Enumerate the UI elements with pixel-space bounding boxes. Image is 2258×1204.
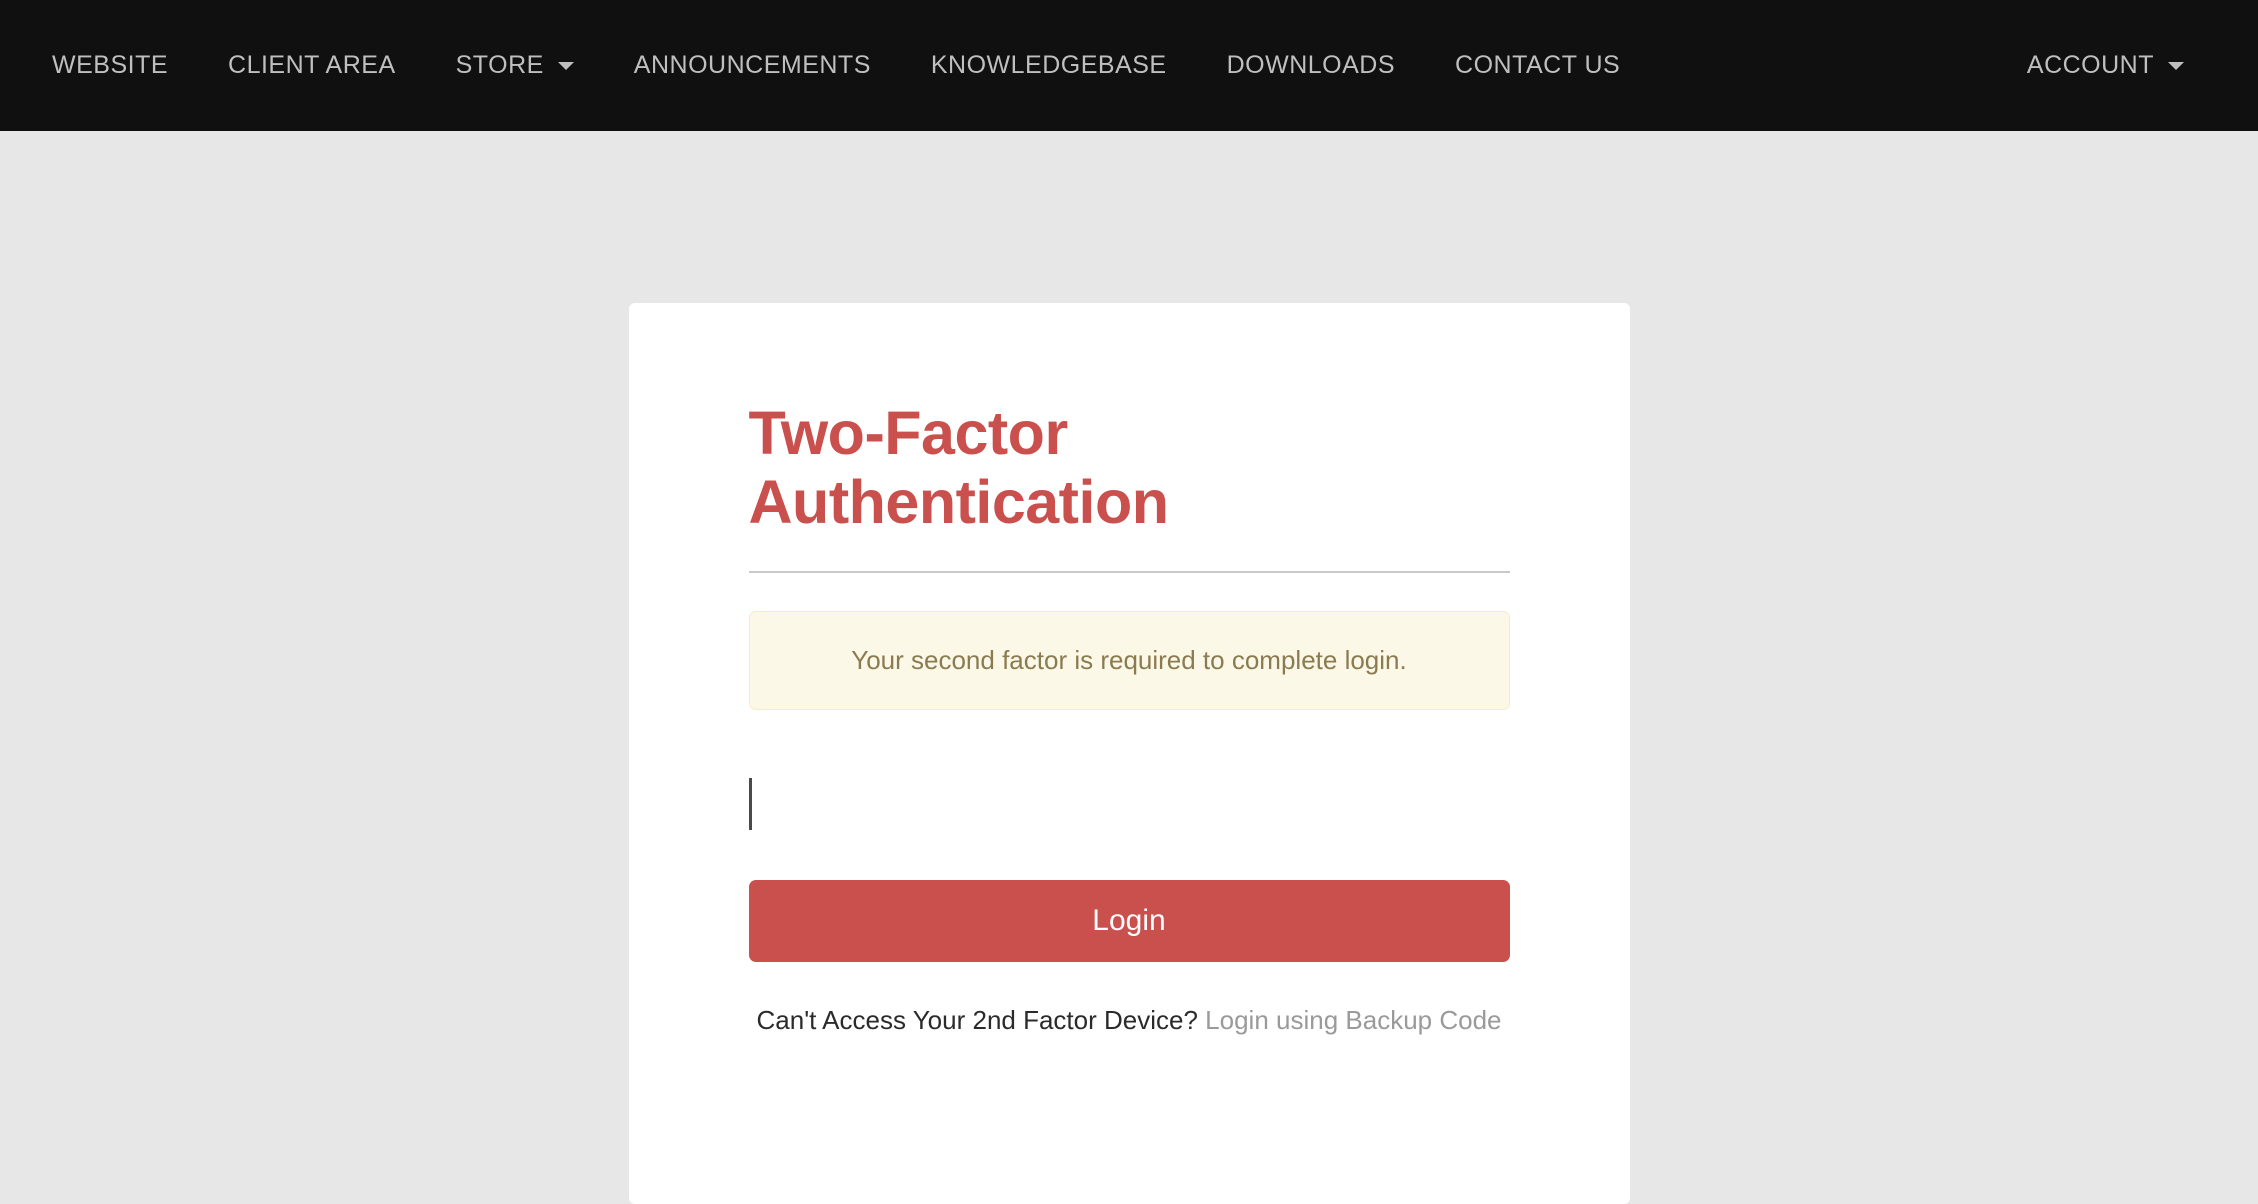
nav-item-label: DOWNLOADS (1226, 51, 1396, 79)
code-input-wrap (748, 761, 1510, 846)
backup-code-question: Can't Access Your 2nd Factor Device? (756, 1004, 1198, 1035)
nav-item-label: STORE (455, 51, 544, 79)
page-title: Two-Factor Authentication (748, 399, 1169, 536)
login-using-backup-code-link[interactable]: Login using Backup Code (1205, 1005, 1501, 1035)
status-alert: Your second factor is required to comple… (748, 610, 1510, 710)
nav-item-announcements[interactable]: ANNOUNCEMENTS (604, 0, 901, 131)
chevron-down-icon (557, 61, 574, 70)
navbar-primary-links: WEBSITE CLIENT AREA STORE ANNOUNCEMENTS … (22, 0, 1650, 131)
navbar-account-area: ACCOUNT (1997, 0, 2236, 131)
text-cursor-icon (748, 777, 752, 830)
nav-item-downloads[interactable]: DOWNLOADS (1197, 0, 1425, 131)
status-alert-message: Your second factor is required to comple… (851, 644, 1407, 675)
nav-item-label: KNOWLEDGEBASE (930, 51, 1167, 79)
top-navbar: WEBSITE CLIENT AREA STORE ANNOUNCEMENTS … (0, 0, 2258, 131)
page-body: Two-Factor Authentication Your second fa… (0, 131, 2258, 1204)
login-button[interactable]: Login (748, 879, 1510, 962)
two-factor-code-input[interactable] (748, 761, 1510, 846)
backup-code-prompt: Can't Access Your 2nd Factor Device? Log… (749, 1002, 1510, 1039)
two-factor-card: Two-Factor Authentication Your second fa… (628, 303, 1630, 1204)
title-divider (748, 570, 1510, 573)
nav-item-account[interactable]: ACCOUNT (1997, 0, 2214, 131)
nav-item-store[interactable]: STORE (426, 0, 604, 131)
nav-item-label: ACCOUNT (2026, 51, 2154, 79)
nav-item-knowledgebase[interactable]: KNOWLEDGEBASE (901, 0, 1197, 131)
nav-item-label: CLIENT AREA (228, 51, 396, 79)
nav-item-label: ANNOUNCEMENTS (633, 51, 871, 79)
nav-item-label: CONTACT US (1455, 51, 1621, 79)
nav-item-client-area[interactable]: CLIENT AREA (198, 0, 426, 131)
nav-item-label: WEBSITE (52, 51, 169, 79)
code-input-row (748, 761, 1510, 846)
nav-item-contact-us[interactable]: CONTACT US (1425, 0, 1650, 131)
nav-item-website[interactable]: WEBSITE (22, 0, 198, 131)
chevron-down-icon (2168, 61, 2184, 70)
